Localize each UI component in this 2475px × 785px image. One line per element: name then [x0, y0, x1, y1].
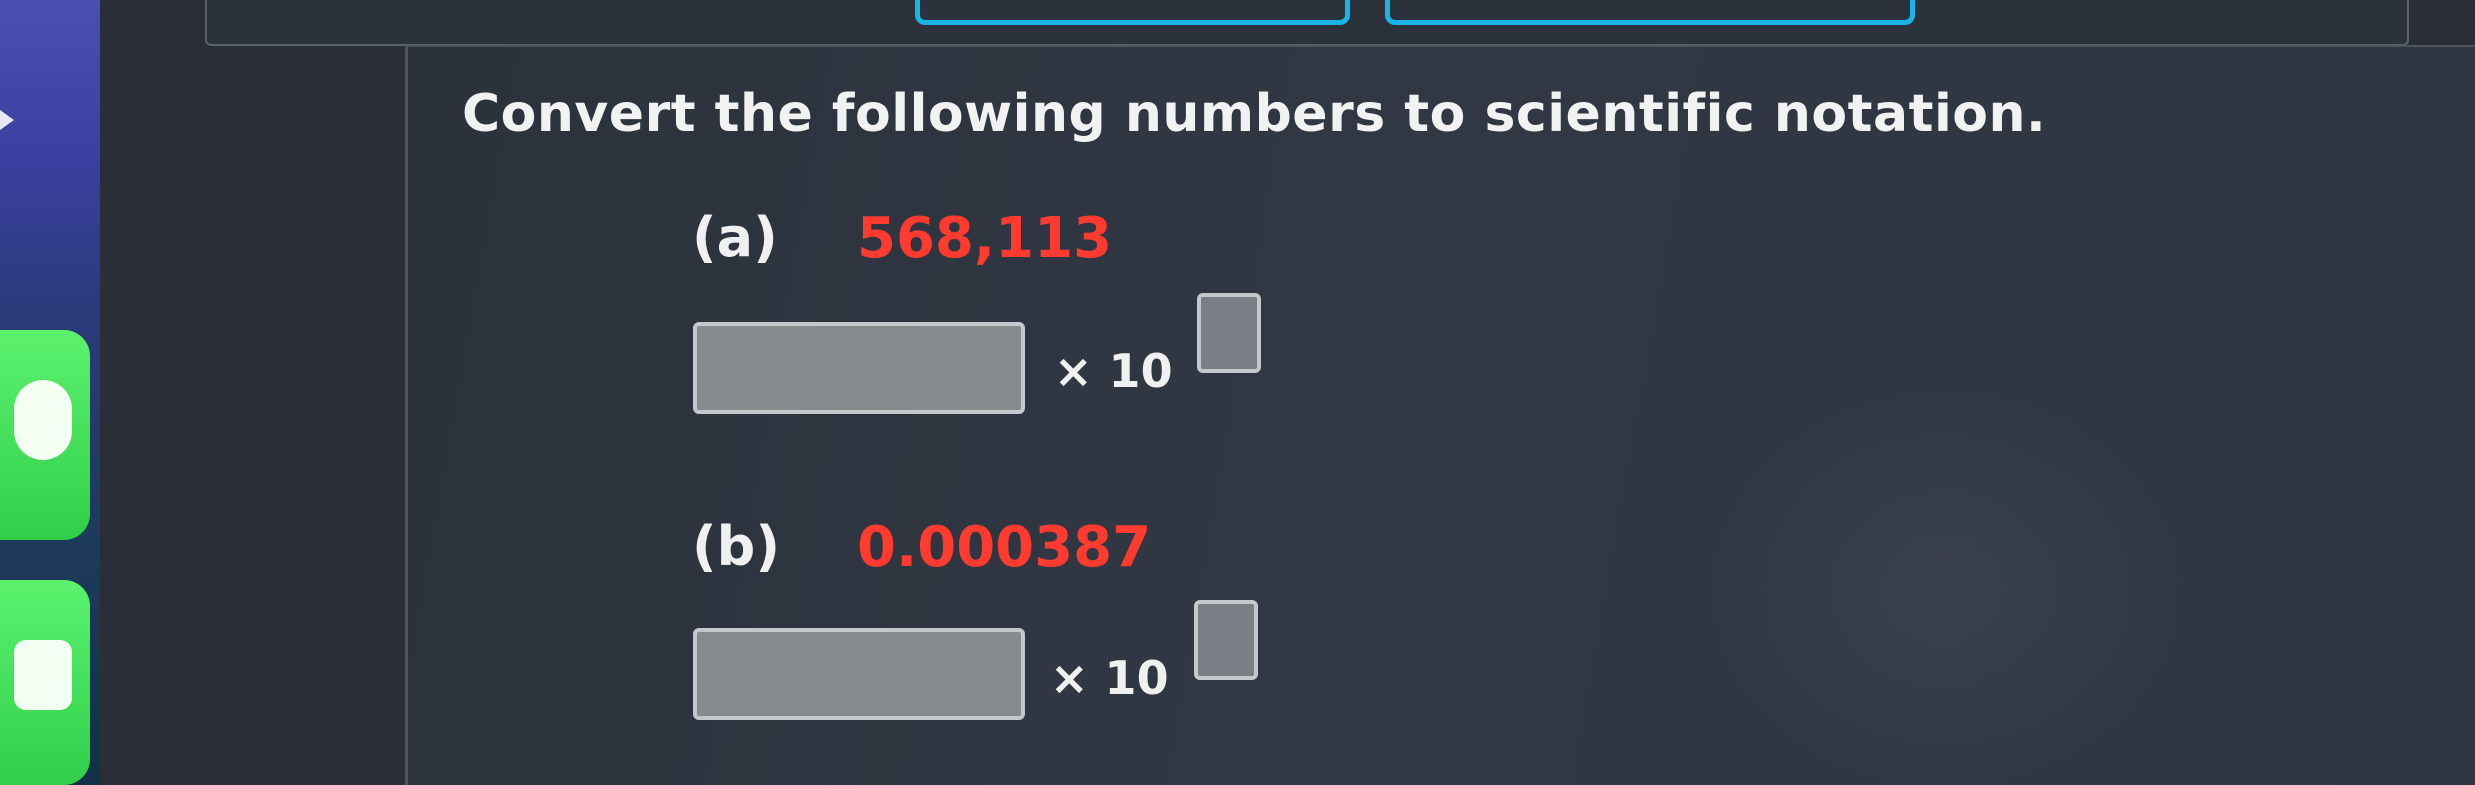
part-b-times-ten: × 10 — [1050, 651, 1169, 705]
question-prompt: Convert the following numbers to scienti… — [462, 84, 2047, 144]
part-b-coefficient-input[interactable] — [693, 628, 1025, 720]
part-a-value: 568,113 — [857, 206, 1113, 271]
dock — [0, 0, 100, 785]
part-a-exponent-input[interactable] — [1197, 293, 1261, 373]
part-b-exponent-input[interactable] — [1194, 600, 1258, 680]
part-b-label: (b) — [692, 515, 781, 578]
part-b-value: 0.000387 — [857, 515, 1152, 580]
messages-app-icon[interactable] — [0, 330, 90, 540]
part-a-coefficient-input[interactable] — [693, 322, 1025, 414]
dock-arrow-icon — [0, 110, 14, 130]
facetime-app-icon[interactable] — [0, 580, 90, 785]
photo-scene: Convert the following numbers to scienti… — [0, 0, 2475, 785]
camera-icon — [14, 640, 72, 710]
part-a-times-ten: × 10 — [1054, 344, 1173, 398]
speech-bubble-icon — [14, 380, 72, 460]
part-a-label: (a) — [692, 206, 778, 269]
screen-glare — [1700, 380, 2200, 785]
top-tab-button-1[interactable] — [915, 0, 1350, 25]
top-tab-button-2[interactable] — [1385, 0, 1915, 25]
